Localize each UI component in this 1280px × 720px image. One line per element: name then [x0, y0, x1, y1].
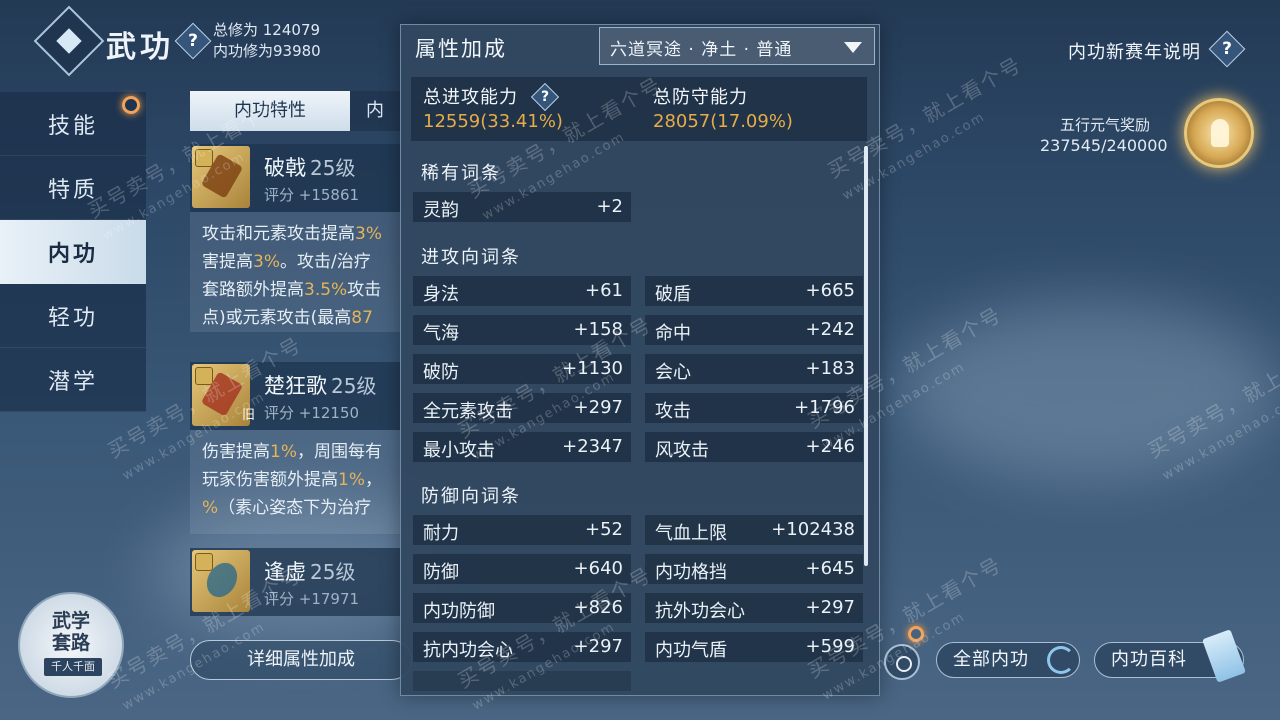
nav-item-lightness[interactable]: 轻功	[0, 284, 146, 348]
section-rare: 稀有词条	[421, 163, 501, 184]
help-icon[interactable]: ?	[174, 22, 212, 60]
totals-box: 总进攻能力 ? 12559(33.41%) 总防守能力 28057(17.09%…	[411, 77, 867, 141]
stat-row: 内功格挡 +645	[645, 554, 863, 584]
route-sub-label: 千人千面	[44, 658, 102, 676]
chevron-down-icon	[844, 42, 862, 53]
martial-route-badge[interactable]: 武学 套路 千人千面	[18, 592, 124, 698]
stat-row: 防御 +640	[413, 554, 631, 584]
total-cultivation: 总修为 124079	[213, 21, 321, 39]
stat-row: 破盾 +665	[645, 276, 863, 306]
lock-icon	[195, 149, 213, 167]
dropdown-value: 六道冥途 · 净土 · 普通	[610, 40, 793, 60]
inner-art-card[interactable]: 逢虚 25级 评分 +17971	[190, 548, 400, 616]
card-header: 破戟 25级 评分 +15861	[190, 144, 400, 212]
book-icon	[1202, 629, 1246, 683]
total-defense-label: 总防守能力	[653, 87, 748, 108]
stat-row: 会心 +183	[645, 354, 863, 384]
panel-title: 属性加成	[415, 37, 507, 61]
page-title: 武功	[106, 30, 174, 65]
tab-inner[interactable]: 内	[350, 91, 400, 131]
card-score: 评分 +12150	[264, 404, 360, 422]
nav-item-latent[interactable]: 潜学	[0, 348, 146, 412]
cultivation-stats: 总修为 124079 内功修为93980	[213, 20, 321, 62]
swirl-icon	[1047, 646, 1075, 674]
inner-art-card[interactable]: 破戟 25级 评分 +15861 攻击和元素攻击提高3% 害提高3%。攻击/治疗 …	[190, 144, 400, 332]
reward-label: 五行元气奖励	[1060, 116, 1151, 134]
total-defense-value: 28057(17.09%)	[653, 111, 793, 132]
card-description: 伤害提高1%，周围每有 玩家伤害额外提高1%， %（素心姿态下为治疗	[190, 430, 400, 534]
card-title: 逢虚 25级	[264, 560, 356, 584]
lock-icon	[195, 367, 213, 385]
inner-cultivation: 内功修为93980	[213, 42, 321, 60]
martial-logo-icon	[33, 5, 105, 77]
card-title: 破戟 25级	[264, 156, 356, 180]
nav-item-traits[interactable]: 特质	[0, 156, 146, 220]
help-icon[interactable]: ?	[1208, 30, 1246, 68]
stat-row: 内功气盾 +599	[645, 632, 863, 662]
stat-row: 抗内功会心 +297	[413, 632, 631, 662]
notification-dot-icon	[908, 626, 924, 642]
stat-row: 气海 +158	[413, 315, 631, 345]
stat-row: 气血上限 +102438	[645, 515, 863, 545]
stat-row: 身法 +61	[413, 276, 631, 306]
old-tag: 旧	[242, 408, 256, 423]
card-score: 评分 +15861	[264, 186, 360, 204]
stat-row-partial	[413, 671, 631, 691]
total-attack-label: 总进攻能力	[423, 87, 518, 108]
tab-inner-traits[interactable]: 内功特性	[190, 91, 350, 131]
stat-row: 耐力 +52	[413, 515, 631, 545]
stat-row: 抗外功会心 +297	[645, 593, 863, 623]
background-cloud	[900, 300, 1280, 480]
panel-scrollbar[interactable]	[864, 146, 868, 566]
lock-icon	[195, 553, 213, 571]
detailed-attributes-button[interactable]: 详细属性加成	[190, 640, 412, 680]
halberd-icon	[192, 146, 250, 208]
card-title: 楚狂歌 25级	[264, 374, 377, 398]
notification-dot-icon	[122, 96, 140, 114]
card-score: 评分 +17971	[264, 590, 360, 608]
stat-row: 内功防御 +826	[413, 593, 631, 623]
reward-orb-icon[interactable]	[1184, 98, 1254, 168]
mode-dropdown[interactable]: 六道冥途 · 净土 · 普通	[599, 27, 875, 65]
settings-round-icon[interactable]	[884, 644, 920, 680]
side-nav: 技能 特质 内功 轻功 潜学	[0, 92, 146, 412]
stat-row: 攻击 +1796	[645, 393, 863, 423]
season-info-link[interactable]: 内功新赛年说明	[1068, 38, 1201, 64]
stat-row: 灵韵 +2	[413, 192, 631, 222]
all-inner-arts-button[interactable]: 全部内功	[936, 642, 1080, 678]
attribute-bonus-panel: 属性加成 六道冥途 · 净土 · 普通 总进攻能力 ? 12559(33.41%…	[400, 24, 880, 696]
inner-art-card[interactable]: 旧 楚狂歌 25级 评分 +12150 伤害提高1%，周围每有 玩家伤害额外提高1…	[190, 362, 400, 534]
reward-progress: 237545/240000	[1040, 136, 1168, 155]
card-header: 旧 楚狂歌 25级 评分 +12150	[190, 362, 400, 430]
stat-row: 命中 +242	[645, 315, 863, 345]
card-description: 攻击和元素攻击提高3% 害提高3%。攻击/治疗 套路额外提高3.5%攻击 点)或…	[190, 212, 400, 332]
total-attack-value: 12559(33.41%)	[423, 111, 563, 132]
stat-row: 全元素攻击 +297	[413, 393, 631, 423]
stat-row: 风攻击 +246	[645, 432, 863, 462]
card-header: 逢虚 25级 评分 +17971	[190, 548, 400, 616]
list-tabs: 内功特性 内	[190, 91, 400, 131]
ring-blade-icon	[192, 550, 250, 612]
stat-row: 最小攻击 +2347	[413, 432, 631, 462]
help-icon[interactable]: ?	[530, 82, 560, 112]
section-defense: 防御向词条	[421, 486, 521, 507]
inner-arts-wiki-button[interactable]: 内功百科	[1094, 629, 1246, 683]
nav-item-inner-arts[interactable]: 内功	[0, 220, 146, 284]
section-offense: 进攻向词条	[421, 247, 521, 268]
stat-row: 破防 +1130	[413, 354, 631, 384]
